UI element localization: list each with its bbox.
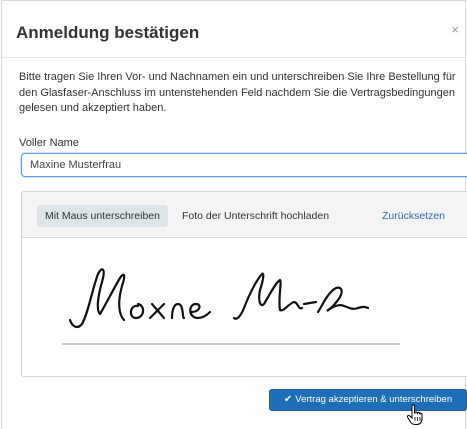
close-button[interactable]: × bbox=[447, 23, 463, 37]
confirmation-modal: Anmeldung bestätigen × Bitte tragen Sie … bbox=[1, 0, 467, 429]
signature-stroke bbox=[68, 268, 370, 329]
check-icon: ✔ bbox=[283, 394, 293, 405]
tab-draw-with-mouse[interactable]: Mit Maus unterschreiben bbox=[37, 205, 168, 227]
signature-panel: Mit Maus unterschreiben Foto der Untersc… bbox=[21, 191, 467, 377]
modal-title: Anmeldung bestätigen bbox=[16, 23, 200, 42]
reset-signature-link[interactable]: Zurücksetzen bbox=[374, 205, 453, 227]
full-name-input[interactable] bbox=[21, 153, 467, 177]
signature-toolbar: Mit Maus unterschreiben Foto der Untersc… bbox=[22, 192, 467, 238]
submit-label: Vertrag akzeptieren & unterschreiben bbox=[295, 394, 453, 405]
hand-pointer-icon bbox=[406, 404, 423, 425]
accept-and-sign-button[interactable]: ✔ Vertrag akzeptieren & unterschreiben bbox=[269, 389, 467, 411]
tab-upload-photo[interactable]: Foto der Unterschrift hochladen bbox=[174, 205, 337, 227]
modal-header: Anmeldung bestätigen × bbox=[2, 1, 465, 58]
signature-canvas[interactable] bbox=[22, 238, 467, 376]
intro-text: Bitte tragen Sie Ihren Vor- und Nachname… bbox=[19, 71, 456, 114]
full-name-label: Voller Name bbox=[19, 137, 79, 149]
